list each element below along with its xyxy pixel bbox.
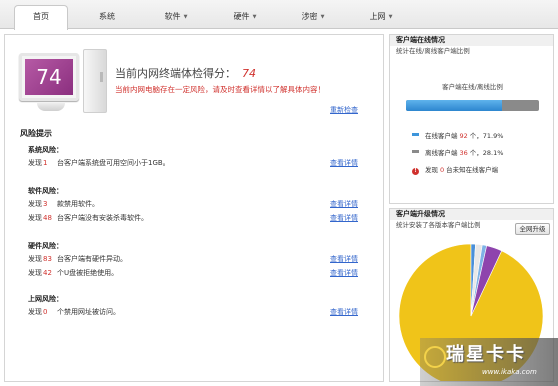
score-value: 74 — [242, 67, 256, 80]
view-details-link[interactable]: 查看详情 — [330, 198, 358, 210]
group-title: 系统风险： — [28, 146, 63, 154]
group-title: 软件风险： — [28, 187, 63, 195]
watermark: 瑞星卡卡 www.ikaka.com — [420, 338, 558, 386]
online-ratio-bar — [406, 100, 539, 111]
tab-internet[interactable]: 上网 ▼ — [353, 6, 409, 29]
tower-icon — [83, 49, 107, 113]
tab-label: 硬件 — [233, 12, 250, 21]
row-prefix: 发现 — [28, 159, 42, 167]
internet-risk-group: 上网风险： 发现0 个禁用网址被访问。 查看详情 — [28, 294, 368, 318]
row-prefix: 发现 — [28, 269, 42, 277]
row-text: 个禁用网址被访问。 — [57, 308, 120, 316]
risk-row: 发现1 台客户端系统盘可用空间小于1GB。 查看详情 — [28, 157, 368, 169]
online-unit: 个， — [469, 132, 483, 140]
row-count: 0 — [43, 308, 48, 316]
row-text: 款禁用软件。 — [57, 200, 99, 208]
offline-percent: 28.1% — [482, 149, 504, 157]
online-legend: 在线客户端 92 个，71.9% — [412, 131, 503, 141]
upgrade-all-button[interactable]: 全网升级 — [515, 223, 550, 235]
chevron-down-icon: ▼ — [388, 14, 393, 20]
offline-label: 离线客户端 — [425, 149, 458, 157]
system-risk-group: 系统风险： 发现1 台客户端系统盘可用空间小于1GB。 查看详情 — [28, 145, 368, 169]
screen-score: 74 — [25, 59, 73, 95]
ratio-chart-label: 客户端在线/离线比例 — [442, 83, 503, 91]
chevron-down-icon: ▼ — [320, 14, 325, 20]
row-prefix: 发现 — [28, 200, 42, 208]
unknown-text: 台未知在线客户端 — [446, 166, 499, 174]
tower-slot — [100, 72, 103, 82]
online-swatch — [412, 133, 419, 136]
monitor-icon: 74 — [19, 53, 79, 101]
chevron-down-icon: ▼ — [183, 14, 188, 20]
monitor-stand — [37, 103, 65, 111]
row-count: 48 — [43, 214, 52, 222]
unknown-count: 0 — [440, 166, 445, 174]
tab-label: 涉密 — [301, 12, 318, 21]
panel-title: 客户端在线情况 — [390, 35, 553, 46]
row-count: 42 — [43, 269, 52, 277]
score-label: 当前内网终端体检得分： — [115, 67, 236, 80]
row-count: 3 — [43, 200, 48, 208]
row-count: 1 — [43, 159, 48, 167]
risk-warning: 当前内网电脑存在一定风险，请及时查看详情以了解具体内容！ — [115, 85, 325, 94]
online-percent: 71.9% — [482, 132, 504, 140]
top-nav: 首页 系统 软件 ▼ 硬件 ▼ 涉密 ▼ 上网 ▼ — [0, 0, 558, 30]
row-text: 台客户端没有安装杀毒软件。 — [57, 214, 148, 222]
tab-classified[interactable]: 涉密 ▼ — [285, 6, 341, 29]
recheck-link[interactable]: 重新检查 — [330, 105, 358, 115]
software-risk-group: 软件风险： 发现3 款禁用软件。 查看详情 发现48 台客户端没有安装杀毒软件。 查… — [28, 186, 368, 224]
offline-count: 36 — [459, 149, 468, 157]
row-text: 台客户端有硬件异动。 — [57, 255, 127, 263]
tab-label: 首页 — [33, 12, 49, 21]
group-title: 硬件风险： — [28, 242, 63, 250]
panel-subtitle: 统计在线/离线客户端比例 — [396, 47, 470, 55]
row-count: 83 — [43, 255, 52, 263]
unknown-legend: ! 发现 0 台未知在线客户端 — [412, 165, 498, 175]
offline-swatch — [412, 150, 419, 153]
row-text: 个U盘被拒绝使用。 — [57, 269, 119, 277]
view-details-link[interactable]: 查看详情 — [330, 306, 358, 318]
risk-section-title: 风险提示 — [20, 129, 52, 138]
computer-icon: 74 — [19, 49, 109, 115]
tab-label: 软件 — [164, 12, 181, 21]
main-panel: 74 当前内网终端体检得分： 74 当前内网电脑存在一定风险，请及时查看详情以了解… — [4, 34, 384, 382]
chevron-down-icon: ▼ — [252, 14, 257, 20]
row-prefix: 发现 — [28, 214, 42, 222]
online-status-panel: 客户端在线情况 统计在线/离线客户端比例 客户端在线/离线比例 在线客户端 92 个… — [389, 34, 554, 204]
tab-software[interactable]: 软件 ▼ — [148, 6, 204, 29]
tab-hardware[interactable]: 硬件 ▼ — [217, 6, 273, 29]
watermark-text: 瑞星卡卡 — [446, 344, 526, 365]
group-title: 上网风险： — [28, 295, 63, 303]
row-prefix: 发现 — [28, 308, 42, 316]
view-details-link[interactable]: 查看详情 — [330, 267, 358, 279]
view-details-link[interactable]: 查看详情 — [330, 212, 358, 224]
online-label: 在线客户端 — [425, 132, 458, 140]
tab-system[interactable]: 系统 — [82, 6, 132, 29]
tab-home[interactable]: 首页 — [14, 5, 68, 30]
risk-row: 发现3 款禁用软件。 查看详情 — [28, 198, 368, 210]
view-details-link[interactable]: 查看详情 — [330, 253, 358, 265]
online-ratio-fill — [406, 100, 502, 111]
row-text: 台客户端系统盘可用空间小于1GB。 — [57, 159, 170, 167]
risk-row: 发现48 台客户端没有安装杀毒软件。 查看详情 — [28, 212, 368, 224]
risk-row: 发现0 个禁用网址被访问。 查看详情 — [28, 306, 368, 318]
online-count: 92 — [459, 132, 468, 140]
score-heading: 当前内网终端体检得分： 74 — [115, 65, 256, 81]
row-prefix: 发现 — [28, 255, 42, 263]
unknown-prefix: 发现 — [425, 166, 438, 174]
alert-icon: ! — [412, 168, 419, 175]
offline-legend: 离线客户端 36 个，28.1% — [412, 148, 503, 158]
tab-label: 上网 — [369, 12, 386, 21]
hardware-risk-group: 硬件风险： 发现83 台客户端有硬件异动。 查看详情 发现42 个U盘被拒绝使用。 … — [28, 241, 368, 279]
panel-title: 客户端升级情况 — [390, 209, 553, 220]
tab-label: 系统 — [99, 12, 115, 21]
view-details-link[interactable]: 查看详情 — [330, 157, 358, 169]
risk-row: 发现83 台客户端有硬件异动。 查看详情 — [28, 253, 368, 265]
offline-unit: 个， — [469, 149, 483, 157]
watermark-url: www.ikaka.com — [482, 368, 537, 376]
risk-row: 发现42 个U盘被拒绝使用。 查看详情 — [28, 267, 368, 279]
watermark-logo-icon — [424, 346, 446, 368]
